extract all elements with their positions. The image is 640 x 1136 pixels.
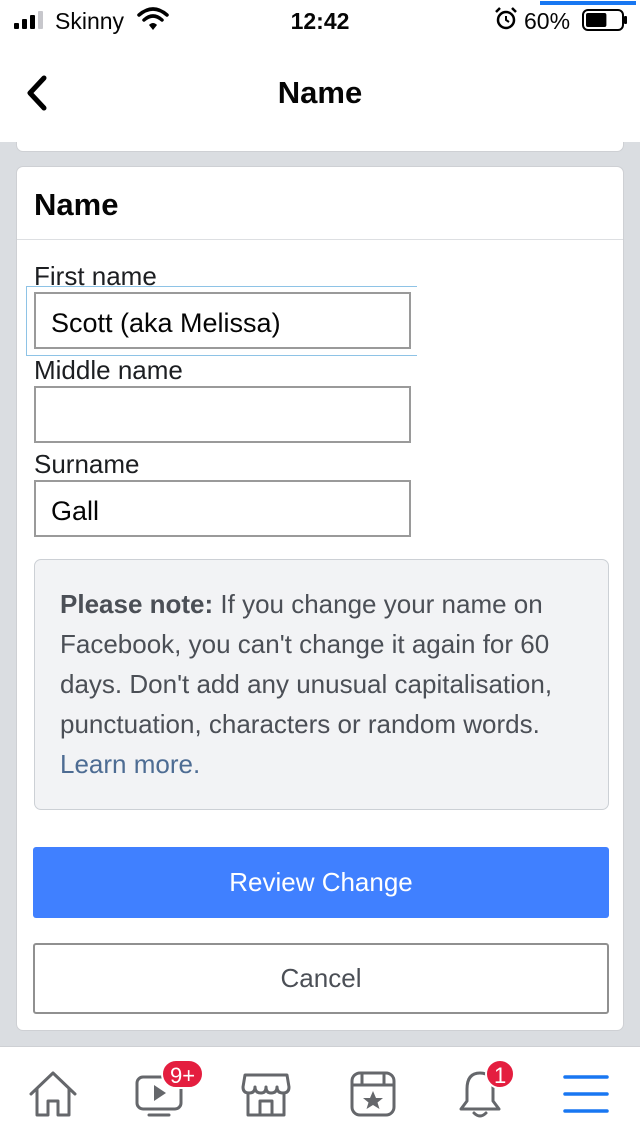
name-card: Name First name Scott (aka Melissa) Midd… [16,166,624,1031]
watch-badge: 9+ [161,1059,205,1089]
status-bar: Skinny 12:42 60% [0,0,640,42]
battery-percent: 60% [524,8,571,34]
tab-marketplace[interactable] [213,1047,320,1136]
active-tab-indicator [540,1,636,5]
tab-watch[interactable]: 9+ [107,1047,214,1136]
surname-field[interactable]: Gall [34,480,411,537]
nav-header: Name [0,42,640,142]
tab-pages[interactable] [320,1047,427,1136]
tab-notifications[interactable]: 1 [427,1047,534,1136]
tab-home[interactable] [0,1047,107,1136]
home-icon [29,1071,77,1117]
alarm-icon [495,7,517,30]
card-title: Name [34,187,119,222]
middle-name-field[interactable] [34,386,411,443]
marketplace-icon [241,1073,291,1117]
page-title: Name [277,75,363,110]
cancel-button[interactable]: Cancel [33,943,609,1014]
divider [17,239,623,240]
previous-card-edge [16,142,624,152]
note-period: . [192,749,201,779]
name-change-note: Please note: If you change your name on … [34,559,609,810]
pages-icon [350,1071,396,1117]
battery-icon [582,9,627,31]
note-heading: Please note: [60,589,214,619]
surname-label: Surname [34,449,140,479]
first-name-field[interactable]: Scott (aka Melissa) [34,292,411,349]
review-change-button[interactable]: Review Change [33,847,609,918]
tab-menu[interactable] [533,1047,640,1136]
menu-icon [563,1075,609,1113]
middle-name-label: Middle name [34,355,183,385]
notifications-badge: 1 [485,1059,516,1089]
learn-more-link[interactable]: Learn more [60,749,193,779]
tab-bar: 9+ 1 [0,1046,640,1136]
